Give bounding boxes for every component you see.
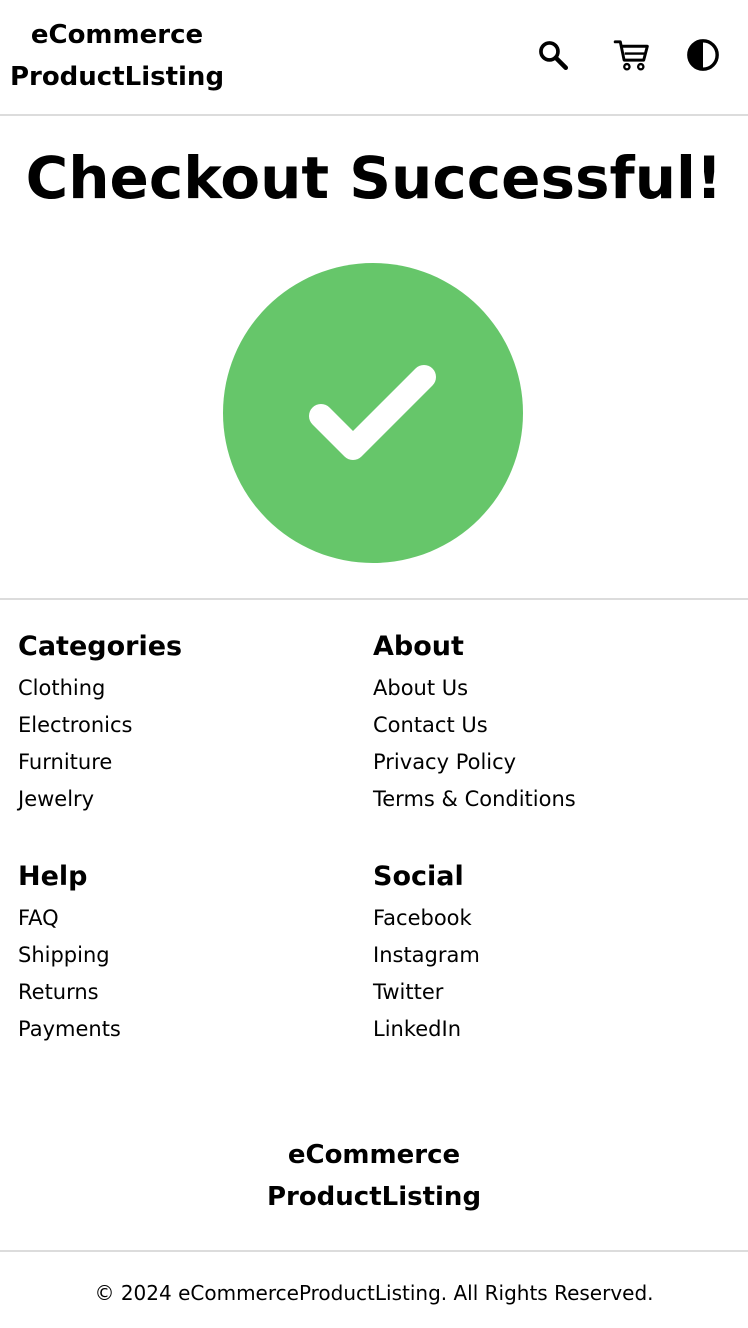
page: eCommerce ProductListing Checkout Succes… [0, 0, 748, 1328]
footer-link-about-us[interactable]: About Us [373, 676, 468, 700]
footer-link-clothing[interactable]: Clothing [18, 676, 105, 700]
cart-icon [613, 40, 649, 71]
footer-brand-line-2: ProductListing [266, 1182, 482, 1212]
footer-link-furniture[interactable]: Furniture [18, 750, 112, 774]
footer-link-privacy-policy[interactable]: Privacy Policy [373, 750, 516, 774]
footer-link-jewelry[interactable]: Jewelry [18, 787, 94, 811]
footer-brand-line-1: eCommerce [287, 1140, 461, 1170]
footer-link-faq[interactable]: FAQ [18, 906, 59, 930]
site-header: eCommerce ProductListing [0, 0, 748, 116]
cart-button[interactable] [611, 34, 653, 76]
copyright-text: © 2024 eCommerceProductListing. All Righ… [94, 1281, 654, 1305]
footer-columns: Categories Clothing Electronics Furnitur… [0, 600, 748, 1120]
footer-column-social: Social Facebook Instagram Twitter Linked… [373, 860, 713, 1053]
footer-link-instagram[interactable]: Instagram [373, 943, 480, 967]
search-icon [539, 41, 569, 71]
footer-link-returns[interactable]: Returns [18, 980, 99, 1004]
footer-heading: Categories [18, 631, 183, 662]
footer-brand-logo[interactable]: eCommerce ProductListing [0, 1134, 748, 1218]
brand-line-1: eCommerce [30, 20, 204, 50]
footer-link-twitter[interactable]: Twitter [373, 980, 443, 1004]
footer-heading: Social [373, 861, 464, 892]
footer-heading: Help [18, 861, 88, 892]
footer-link-electronics[interactable]: Electronics [18, 713, 132, 737]
footer-link-shipping[interactable]: Shipping [18, 943, 110, 967]
checkout-success-section: Checkout Successful! [0, 116, 748, 600]
page-title: Checkout Successful! [25, 144, 723, 212]
checkmark-circle-icon [223, 263, 523, 563]
footer-heading: About [373, 631, 464, 662]
footer-link-contact-us[interactable]: Contact Us [373, 713, 488, 737]
brand-line-2: ProductListing [9, 62, 225, 92]
theme-toggle-icon [687, 39, 719, 71]
footer-link-payments[interactable]: Payments [18, 1017, 121, 1041]
footer-bottom-bar: © 2024 eCommerceProductListing. All Righ… [0, 1250, 748, 1328]
theme-toggle-button[interactable] [682, 34, 724, 76]
footer-column-about: About About Us Contact Us Privacy Policy… [373, 630, 713, 823]
footer-link-facebook[interactable]: Facebook [373, 906, 472, 930]
brand-logo[interactable]: eCommerce ProductListing [8, 14, 226, 98]
search-button[interactable] [532, 34, 574, 76]
footer-link-linkedin[interactable]: LinkedIn [373, 1017, 461, 1041]
footer-link-terms[interactable]: Terms & Conditions [373, 787, 576, 811]
footer-column-help: Help FAQ Shipping Returns Payments [18, 860, 358, 1053]
footer-column-categories: Categories Clothing Electronics Furnitur… [18, 630, 358, 823]
